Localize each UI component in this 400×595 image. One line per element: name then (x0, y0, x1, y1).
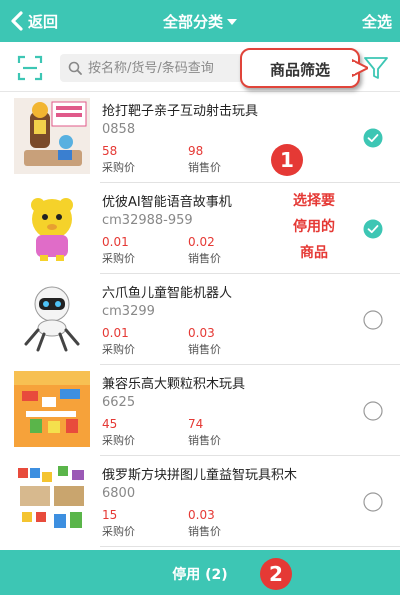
sale-price-label: 销售价 (188, 161, 221, 174)
sale-price: 0.03 (188, 508, 215, 522)
sale-price-label: 销售价 (188, 434, 221, 447)
purchase-price: 0.01 (102, 235, 129, 249)
unchecked-circle-icon[interactable] (363, 310, 383, 330)
select-note: 选择要 停用的 商品 (282, 188, 346, 266)
product-code: 6625 (102, 395, 136, 410)
product-thumbnail (14, 462, 90, 538)
filter-callout: 商品筛选 (240, 48, 360, 88)
purchase-price: 0.01 (102, 326, 129, 340)
back-label: 返回 (28, 12, 59, 31)
filter-callout-label: 商品筛选 (269, 61, 330, 79)
scan-icon[interactable] (17, 55, 43, 81)
category-dropdown-label: 全部分类 (162, 13, 223, 31)
unchecked-circle-icon[interactable] (363, 492, 383, 512)
disable-button[interactable]: 停用 (2) (0, 550, 400, 595)
product-name: 俄罗斯方块拼图儿童益智玩具积木 (102, 468, 298, 483)
sale-price: 0.02 (188, 235, 215, 249)
sale-price: 0.03 (188, 326, 215, 340)
product-list: 抢打靶子亲子互动射击玩具 0858 58 98 采购价 销售价 优彼AI智能语音… (0, 92, 400, 550)
top-bar: 返回 全部分类 全选 (0, 0, 400, 42)
product-code: 6800 (102, 486, 136, 501)
step-2-badge: 2 (260, 558, 292, 590)
sale-price-label: 销售价 (188, 343, 221, 356)
product-name: 抢打靶子亲子互动射击玩具 (102, 104, 259, 119)
product-thumbnail (14, 280, 90, 356)
purchase-price-label: 采购价 (102, 343, 135, 356)
product-thumbnail (14, 371, 90, 447)
product-name: 六爪鱼儿童智能机器人 (102, 286, 233, 301)
purchase-price-label: 采购价 (102, 525, 135, 538)
select-note-line: 商品 (300, 245, 328, 261)
disable-button-label: 停用 (2) (172, 567, 228, 583)
category-dropdown[interactable]: 全部分类 (163, 11, 237, 32)
product-thumbnail (14, 189, 90, 265)
product-code: 0858 (102, 122, 136, 137)
sale-price-label: 销售价 (188, 525, 221, 538)
product-row[interactable]: 抢打靶子亲子互动射击玩具 0858 58 98 采购价 销售价 (0, 92, 400, 183)
purchase-price-label: 采购价 (102, 434, 135, 447)
product-row[interactable]: 六爪鱼儿童智能机器人 cm3299 0.01 0.03 采购价 销售价 (0, 274, 400, 365)
checked-circle-icon[interactable] (363, 128, 383, 148)
checked-circle-icon[interactable] (363, 219, 383, 239)
select-note-line: 停用的 (293, 219, 335, 235)
product-info: 六爪鱼儿童智能机器人 cm3299 0.01 0.03 采购价 销售价 (100, 274, 400, 365)
product-code: cm32988-959 (102, 213, 193, 228)
purchase-price-label: 采购价 (102, 252, 135, 265)
product-info: 兼容乐高大颗粒积木玩具 6625 45 74 采购价 销售价 (100, 365, 400, 456)
search-icon (68, 61, 82, 75)
product-thumbnail (14, 98, 90, 174)
chevron-left-icon (11, 11, 23, 31)
select-note-line: 选择要 (293, 193, 335, 209)
product-name: 兼容乐高大颗粒积木玩具 (102, 377, 246, 392)
page-title: 全部分类 (0, 11, 400, 32)
product-info: 俄罗斯方块拼图儿童益智玩具积木 6800 15 0.03 采购价 销售价 (100, 456, 400, 547)
purchase-price-label: 采购价 (102, 161, 135, 174)
purchase-price: 58 (102, 144, 118, 158)
unchecked-circle-icon[interactable] (363, 401, 383, 421)
product-code: cm3299 (102, 304, 155, 319)
sale-price: 98 (188, 144, 204, 158)
product-info: 抢打靶子亲子互动射击玩具 0858 58 98 采购价 销售价 (100, 92, 400, 183)
caret-down-icon (227, 19, 237, 25)
back-button[interactable]: 返回 (10, 9, 58, 33)
purchase-price: 45 (102, 417, 118, 431)
select-all-button[interactable]: 全选 (362, 11, 392, 32)
sale-price-label: 销售价 (188, 252, 221, 265)
product-info: 优彼AI智能语音故事机 cm32988-959 0.01 0.02 采购价 销售… (100, 183, 400, 274)
product-row[interactable]: 俄罗斯方块拼图儿童益智玩具积木 6800 15 0.03 采购价 销售价 (0, 456, 400, 547)
sale-price: 74 (188, 417, 204, 431)
step-1-badge: 1 (271, 144, 303, 176)
product-name: 优彼AI智能语音故事机 (102, 195, 232, 210)
product-row[interactable]: 兼容乐高大颗粒积木玩具 6625 45 74 采购价 销售价 (0, 365, 400, 456)
purchase-price: 15 (102, 508, 118, 522)
filter-icon[interactable] (362, 54, 390, 82)
